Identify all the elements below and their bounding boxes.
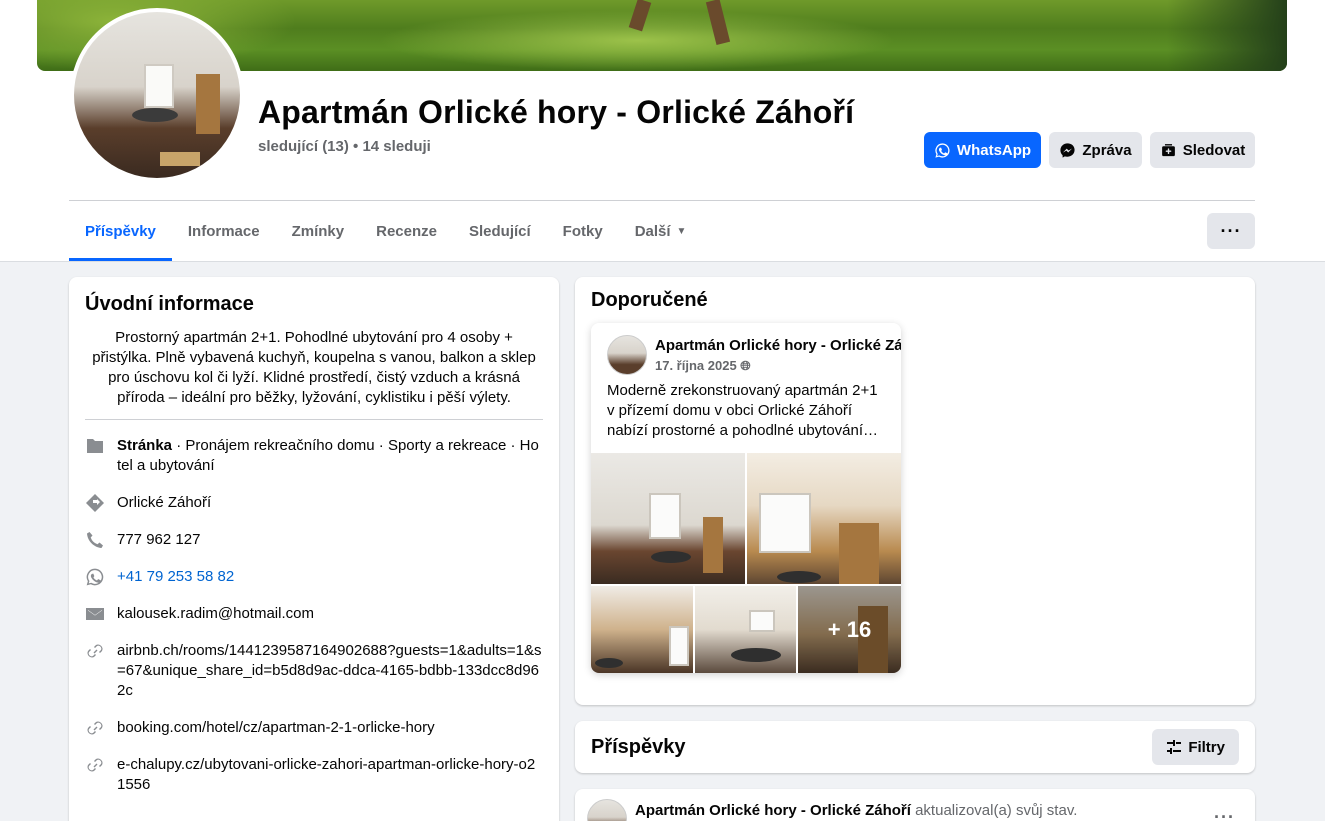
post-date-text: 17. října 2025 [655,358,737,373]
post-author-name[interactable]: Apartmán Orlické hory - Orlické Záh [655,337,901,354]
info-location: Orlické Záhoří [85,493,543,513]
page-tabs: Příspěvky Informace Zmínky Recenze Sledu… [69,201,702,261]
info-link-echalupy: e-chalupy.cz/ubytovani-orlicke-zahori-ap… [85,755,543,795]
more-options-button[interactable]: ··· [1207,213,1255,249]
message-button-label: Zpráva [1082,141,1132,159]
post-action-text: aktualizoval(a) svůj stav. [910,802,1078,819]
airbnb-link[interactable]: airbnb.ch/rooms/1441239587164902688?gues… [117,641,543,701]
email-text[interactable]: kalousek.radim@hotmail.com [117,604,314,624]
photo-window [669,626,689,666]
messenger-icon [1060,142,1075,158]
phone-icon [85,530,105,550]
photo-table [731,648,781,662]
followers-count[interactable]: sledující (13) • 14 sleduji [258,138,431,155]
tab-posts[interactable]: Příspěvky [69,201,172,261]
post-photo[interactable] [747,453,901,584]
info-whatsapp: +41 79 253 58 82 [85,567,543,587]
photo-window [649,493,681,539]
filter-icon [1167,740,1182,754]
link-icon [85,718,105,738]
whatsapp-icon [85,567,105,587]
photo-picture [749,610,775,632]
info-email: kalousek.radim@hotmail.com [85,604,543,624]
post-photo[interactable] [695,586,796,673]
tab-mentions[interactable]: Zmínky [276,201,361,261]
post-photo[interactable] [591,453,745,584]
whatsapp-button[interactable]: WhatsApp [924,132,1041,168]
cover-tree-shadow [1167,0,1287,71]
follow-button[interactable]: Sledovat [1150,132,1255,168]
photo-door [703,517,723,573]
post-date[interactable]: 17. října 2025 🌐︎ [655,358,751,374]
avatar-table [132,108,178,122]
message-button[interactable]: Zpráva [1049,132,1142,168]
post-photo-more[interactable]: + 16 [798,586,901,673]
post-header-line: Apartmán Orlické hory - Orlické Záhoří a… [635,802,1077,819]
avatar-door [196,74,220,134]
page-header: Apartmán Orlické hory - Orlické Záhoří s… [0,0,1325,262]
whatsapp-icon [935,142,950,158]
location-text[interactable]: Orlické Záhoří [117,493,211,513]
photo-window [759,493,811,553]
category-text: · Pronájem rekreačního domu · Sporty a r… [117,437,539,474]
globe-icon: 🌐︎ [740,358,751,373]
whatsapp-number-link[interactable]: +41 79 253 58 82 [117,567,234,587]
recommended-post[interactable]: Apartmán Orlické hory - Orlické Záh 17. … [591,323,901,673]
category-label: Stránka [117,437,173,454]
tab-reviews[interactable]: Recenze [360,201,453,261]
post-card: Apartmán Orlické hory - Orlické Záhoří a… [575,789,1255,821]
photo-table [777,571,821,583]
info-link-booking: booking.com/hotel/cz/apartman-2-1-orlick… [85,718,543,738]
follow-button-label: Sledovat [1182,141,1246,159]
photo-wardrobe [839,523,879,584]
location-icon [85,493,105,513]
post-author-avatar[interactable] [587,799,627,821]
email-icon [85,604,105,624]
whatsapp-button-label: WhatsApp [956,141,1032,159]
posts-header-card: Příspěvky Filtry [575,721,1255,773]
tab-about[interactable]: Informace [172,201,276,261]
post-author-name[interactable]: Apartmán Orlické hory - Orlické Záhoří [635,802,911,819]
recommended-title: Doporučené [591,289,708,311]
echalupy-link[interactable]: e-chalupy.cz/ubytovani-orlicke-zahori-ap… [117,755,543,795]
tab-more-label: Další [634,222,671,240]
tab-followers[interactable]: Sledující [453,201,547,261]
intro-card: Úvodní informace Prostorný apartmán 2+1.… [69,277,559,821]
info-category: Stránka · Pronájem rekreačního domu · Sp… [85,436,543,476]
intro-divider [85,419,543,420]
info-phone: 777 962 127 [85,530,543,550]
posts-title: Příspěvky [591,735,686,758]
booking-link[interactable]: booking.com/hotel/cz/apartman-2-1-orlick… [117,718,435,738]
page-icon [85,436,105,456]
recommended-card: Doporučené Apartmán Orlické hory - Orlic… [575,277,1255,705]
tab-more[interactable]: Další ▼ [619,201,703,261]
link-icon [85,755,105,775]
info-link-airbnb: airbnb.ch/rooms/1441239587164902688?gues… [85,641,543,701]
filter-button[interactable]: Filtry [1152,729,1239,765]
phone-text[interactable]: 777 962 127 [117,530,200,550]
caret-down-icon: ▼ [676,225,687,237]
intro-title: Úvodní informace [85,293,254,315]
intro-bio: Prostorný apartmán 2+1. Pohodlné ubytová… [92,329,536,406]
link-icon [85,641,105,661]
post-options-button[interactable]: ··· [1214,807,1235,821]
follow-icon [1161,143,1175,156]
post-author-avatar[interactable] [607,335,647,375]
page-title: Apartmán Orlické hory - Orlické Záhoří [258,94,855,130]
tab-photos[interactable]: Fotky [547,201,619,261]
filter-button-label: Filtry [1188,738,1225,756]
post-photo[interactable] [591,586,693,673]
profile-avatar[interactable] [70,8,244,182]
photo-table [651,551,691,563]
avatar-rug [160,152,200,166]
photo-tv [595,658,623,668]
more-photos-count: + 16 [827,616,872,642]
post-text: Moderně zrekonstruovaný apartmán 2+1 v p… [607,382,879,439]
avatar-window [144,64,174,108]
